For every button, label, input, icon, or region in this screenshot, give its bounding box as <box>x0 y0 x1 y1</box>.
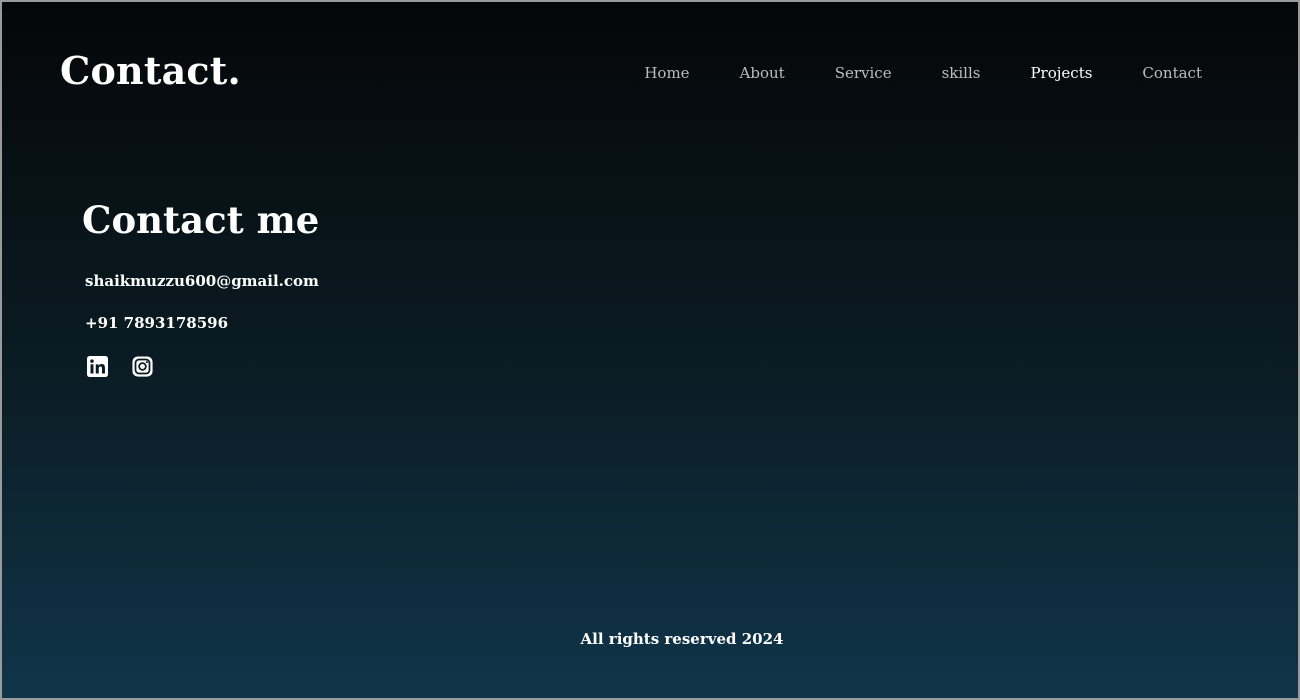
contact-section: Contact me shaikmuzzu600@gmail.com +91 7… <box>82 198 319 377</box>
footer-text: All rights reserved 2024 <box>580 630 784 648</box>
nav-skills[interactable]: skills <box>942 64 981 82</box>
nav-contact[interactable]: Contact <box>1142 64 1202 82</box>
linkedin-icon[interactable] <box>87 356 108 377</box>
main-nav: Home About Service skills Projects Conta… <box>644 64 1202 82</box>
social-links <box>87 356 319 377</box>
nav-home[interactable]: Home <box>644 64 689 82</box>
contact-heading: Contact me <box>82 198 320 242</box>
nav-about[interactable]: About <box>740 64 785 82</box>
instagram-icon[interactable] <box>132 356 153 377</box>
contact-phone[interactable]: +91 7893178596 <box>85 314 319 332</box>
nav-projects[interactable]: Projects <box>1030 64 1092 82</box>
page: Contact. Home About Service skills Proje… <box>0 0 1300 700</box>
site-logo[interactable]: Contact. <box>60 48 241 93</box>
nav-service[interactable]: Service <box>835 64 892 82</box>
contact-email[interactable]: shaikmuzzu600@gmail.com <box>85 272 319 290</box>
